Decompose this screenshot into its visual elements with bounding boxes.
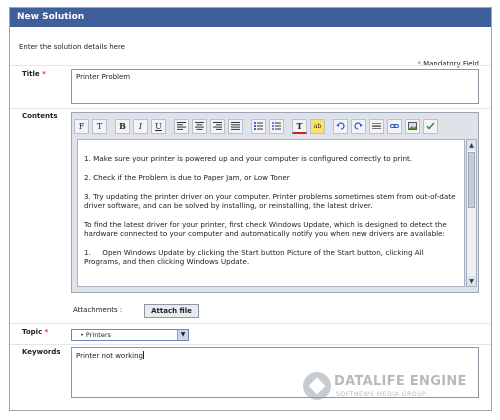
required-marker: * [417, 60, 421, 68]
contents-scrollbar[interactable]: ▲ ▼ [466, 139, 477, 287]
bullet-list-svg [272, 122, 281, 130]
attach-file-button[interactable]: Attach file [144, 304, 199, 318]
mandatory-text: Mandatory Field [423, 60, 479, 68]
row-divider [10, 323, 491, 324]
watermark-logo-icon [303, 372, 331, 400]
link-svg [390, 124, 399, 128]
watermark-title: DATALIFE ENGINE [334, 374, 467, 389]
row-divider [10, 108, 491, 109]
font-size-glyph: T [96, 121, 103, 131]
attachments-label: Attachments : [73, 306, 123, 314]
watermark: DATALIFE ENGINE SOFTNEWS MEDIA GROUP [303, 368, 483, 408]
panel-title: New Solution [10, 8, 491, 27]
link-icon[interactable] [387, 118, 402, 134]
spell-check-icon[interactable] [423, 118, 438, 134]
horizontal-rule-svg [372, 123, 381, 129]
highlight-glyph: ab [313, 122, 322, 130]
title-label: Title * [10, 70, 60, 78]
align-center-svg [195, 122, 204, 130]
redo-svg [354, 122, 363, 130]
italic-glyph: I [138, 121, 143, 131]
undo-svg [336, 122, 345, 130]
font-size-icon[interactable]: T [92, 118, 107, 134]
chevron-down-icon[interactable]: ▼ [177, 330, 188, 340]
keywords-value: Printer not working [76, 352, 143, 360]
italic-icon[interactable]: I [133, 118, 148, 134]
align-center-icon[interactable] [192, 118, 207, 134]
align-justify-icon[interactable] [228, 118, 243, 134]
highlight-icon[interactable]: ab [310, 118, 325, 134]
text-color-icon[interactable]: T [292, 118, 307, 134]
topic-selected-value: Printers [85, 331, 111, 339]
align-right-icon[interactable] [210, 118, 225, 134]
numbered-list-svg [254, 122, 263, 130]
scroll-thumb[interactable] [468, 152, 475, 208]
bold-glyph: B [119, 121, 126, 131]
underline-icon[interactable]: U [151, 118, 166, 134]
contents-paragraph: 1. Make sure your printer is powered up … [84, 154, 413, 163]
contents-paragraph: To find the latest driver for your print… [84, 220, 447, 238]
row-divider [10, 344, 491, 345]
bullet-list-icon[interactable] [269, 118, 284, 134]
text-color-glyph: T [296, 120, 303, 131]
topic-label: Topic * [10, 328, 60, 336]
redo-icon[interactable] [351, 118, 366, 134]
numbered-list-icon[interactable] [251, 118, 266, 134]
spell-check-svg [426, 122, 435, 130]
align-right-svg [213, 122, 222, 130]
contents-label: Contents [22, 112, 58, 120]
align-justify-svg [231, 122, 240, 130]
contents-paragraph: 2. Check if the Problem is due to Paper … [84, 173, 290, 182]
mandatory-note: * Mandatory Field [417, 60, 479, 68]
align-left-icon[interactable] [174, 118, 189, 134]
row-divider [10, 65, 491, 66]
contents-text-area[interactable]: 1. Make sure your printer is powered up … [77, 139, 465, 287]
undo-icon[interactable] [333, 118, 348, 134]
contents-paragraph: 1. Open Windows Update by clicking the S… [84, 248, 427, 266]
underline-glyph: U [155, 121, 162, 131]
image-svg [408, 122, 417, 130]
align-left-svg [177, 122, 186, 130]
editor-toolbar: F T B I U T ab [74, 116, 476, 136]
topic-label-text: Topic [22, 328, 43, 336]
title-input[interactable]: Printer Problem [71, 69, 479, 104]
watermark-subtitle: SOFTNEWS MEDIA GROUP [336, 391, 427, 398]
topic-select[interactable]: • Printers ▼ [71, 329, 189, 341]
image-icon[interactable] [405, 118, 420, 134]
title-label-text: Title [22, 70, 40, 78]
scroll-up-icon[interactable]: ▲ [467, 140, 476, 150]
keywords-label: Keywords [22, 348, 61, 356]
contents-paragraph: 3. Try updating the printer driver on yo… [84, 192, 456, 210]
new-solution-panel: New Solution Enter the solution details … [9, 7, 492, 411]
scroll-down-icon[interactable]: ▼ [467, 276, 476, 286]
intro-text: Enter the solution details here [19, 43, 125, 51]
text-caret [142, 351, 144, 359]
rich-text-editor: F T B I U T ab 1. Make sure your printer… [71, 112, 479, 293]
font-family-icon[interactable]: F [74, 118, 89, 134]
font-family-glyph: F [78, 121, 85, 131]
required-marker: * [42, 70, 46, 78]
horizontal-rule-icon[interactable] [369, 118, 384, 134]
bold-icon[interactable]: B [115, 118, 130, 134]
required-marker: * [44, 328, 49, 336]
